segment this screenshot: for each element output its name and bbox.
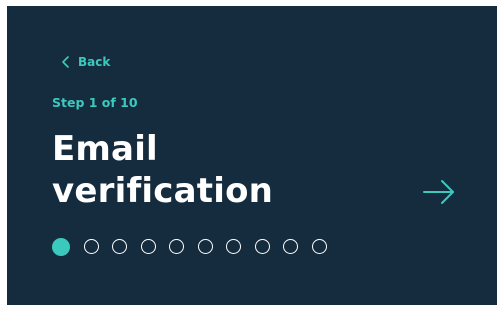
step-dot-6 <box>197 239 213 254</box>
arrow-right-icon <box>423 180 454 204</box>
step-dot-3 <box>112 239 127 254</box>
step-dot-9 <box>283 239 298 254</box>
step-dot-8 <box>254 239 270 254</box>
page-title: Email verification <box>52 128 273 212</box>
step-dot-7 <box>226 239 241 254</box>
title-line-2: verification <box>52 171 274 211</box>
back-button[interactable]: Back <box>58 54 110 70</box>
step-progress-dots <box>52 237 327 256</box>
chevron-left-icon <box>62 56 69 68</box>
step-dot-1 <box>52 237 70 256</box>
title-line-1: Email <box>52 129 158 169</box>
step-dot-4 <box>140 239 156 254</box>
step-dot-5 <box>169 239 184 254</box>
next-arrow-button[interactable] <box>421 177 457 207</box>
step-dot-10 <box>311 239 327 254</box>
back-label: Back <box>78 55 111 69</box>
step-counter: Step 1 of 10 <box>52 95 138 110</box>
wizard-panel: Back Step 1 of 10 Email verification <box>7 6 497 305</box>
step-dot-2 <box>83 239 99 254</box>
